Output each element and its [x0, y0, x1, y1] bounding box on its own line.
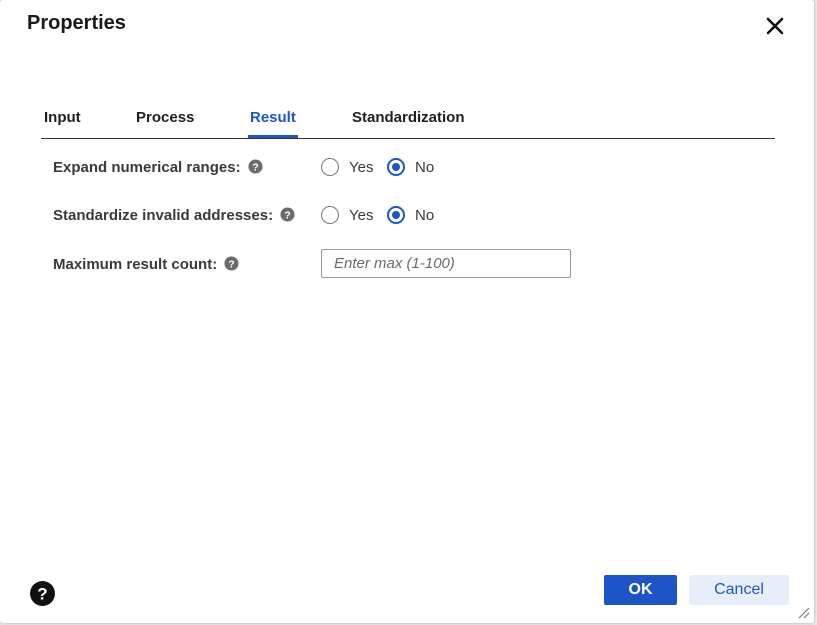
radio-label-no: No: [415, 159, 435, 176]
expand-ranges-yes-radio[interactable]: [321, 158, 339, 176]
svg-text:?: ?: [229, 259, 235, 270]
expand-ranges-label-wrap: Expand numerical ranges:?: [53, 156, 263, 180]
help-icon[interactable]: ?: [248, 159, 263, 174]
dialog-title: Properties: [27, 12, 126, 34]
svg-text:?: ?: [284, 210, 290, 221]
max-result-label-wrap: Maximum result count:?: [53, 253, 239, 277]
max-result-input[interactable]: [321, 249, 571, 278]
standardize-invalid-no-radio[interactable]: [387, 206, 405, 224]
standardize-invalid-yes-radio[interactable]: [321, 206, 339, 224]
help-icon: ?: [30, 581, 55, 606]
standardize-invalid-label-wrap: Standardize invalid addresses:?: [53, 204, 295, 228]
help-icon[interactable]: ?: [280, 207, 295, 222]
expand-ranges-no-radio[interactable]: [387, 158, 405, 176]
cancel-button[interactable]: Cancel: [689, 575, 789, 605]
expand-ranges-row: Expand numerical ranges:? Yes No: [53, 156, 773, 180]
svg-text:?: ?: [252, 162, 258, 173]
tab-result[interactable]: Result: [248, 100, 298, 138]
close-button[interactable]: [762, 13, 788, 39]
standardize-invalid-label: Standardize invalid addresses:: [53, 207, 274, 224]
ok-button[interactable]: OK: [604, 575, 677, 605]
radio-label-yes: Yes: [349, 207, 374, 224]
resize-grip-icon[interactable]: [796, 605, 810, 619]
max-result-row: Maximum result count:?: [53, 249, 773, 278]
tab-input[interactable]: Input: [42, 100, 83, 138]
svg-text:?: ?: [37, 585, 47, 604]
properties-dialog: Properties Input Process Result Standard…: [0, 0, 814, 623]
tab-standardization[interactable]: Standardization: [350, 100, 467, 138]
standardize-invalid-row: Standardize invalid addresses:? Yes No: [53, 204, 773, 228]
footer-help-button[interactable]: ?: [30, 581, 55, 606]
help-icon[interactable]: ?: [224, 256, 239, 271]
close-icon: [766, 17, 784, 35]
tab-bar: Input Process Result Standardization: [41, 100, 775, 139]
max-result-label: Maximum result count:: [53, 256, 218, 273]
radio-label-yes: Yes: [349, 159, 374, 176]
tab-process[interactable]: Process: [134, 100, 196, 138]
expand-ranges-label: Expand numerical ranges:: [53, 159, 241, 176]
radio-label-no: No: [415, 207, 435, 224]
